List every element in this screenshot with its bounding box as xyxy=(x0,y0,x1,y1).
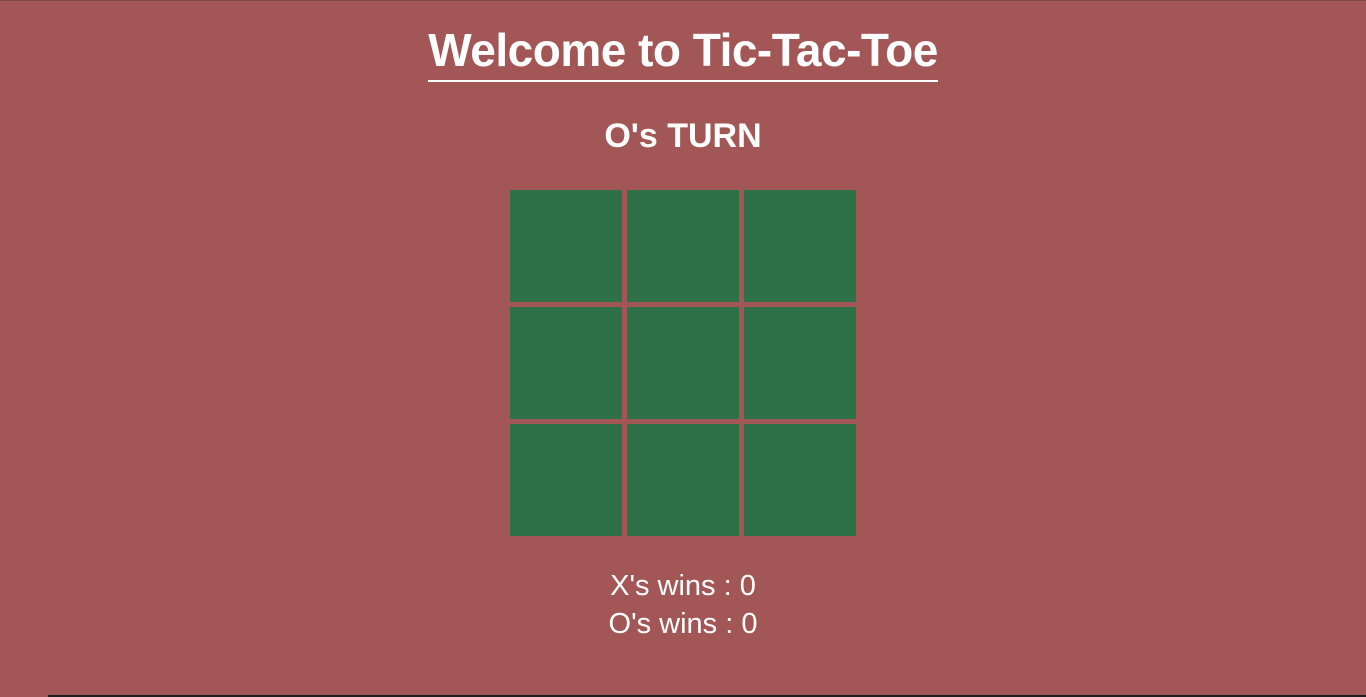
board-cell-5[interactable] xyxy=(627,307,739,419)
page-title-text: Welcome to Tic-Tac-Toe xyxy=(428,22,938,82)
top-border xyxy=(0,0,1366,1)
turn-indicator: O's TURN xyxy=(604,117,762,155)
board-cell-7[interactable] xyxy=(510,424,622,536)
board-cell-8[interactable] xyxy=(627,424,739,536)
board-cell-4[interactable] xyxy=(510,307,622,419)
x-wins-count: X's wins : 0 xyxy=(610,570,756,602)
o-wins-count: O's wins : 0 xyxy=(608,608,758,640)
board-cell-1[interactable] xyxy=(510,190,622,302)
scoreboard: X's wins : 0 O's wins : 0 xyxy=(0,567,1366,643)
board-cell-3[interactable] xyxy=(744,190,856,302)
page-title: Welcome to Tic-Tac-Toe xyxy=(0,22,1366,82)
board-cell-9[interactable] xyxy=(744,424,856,536)
game-board xyxy=(510,190,856,536)
board-cell-6[interactable] xyxy=(744,307,856,419)
board-cell-2[interactable] xyxy=(627,190,739,302)
